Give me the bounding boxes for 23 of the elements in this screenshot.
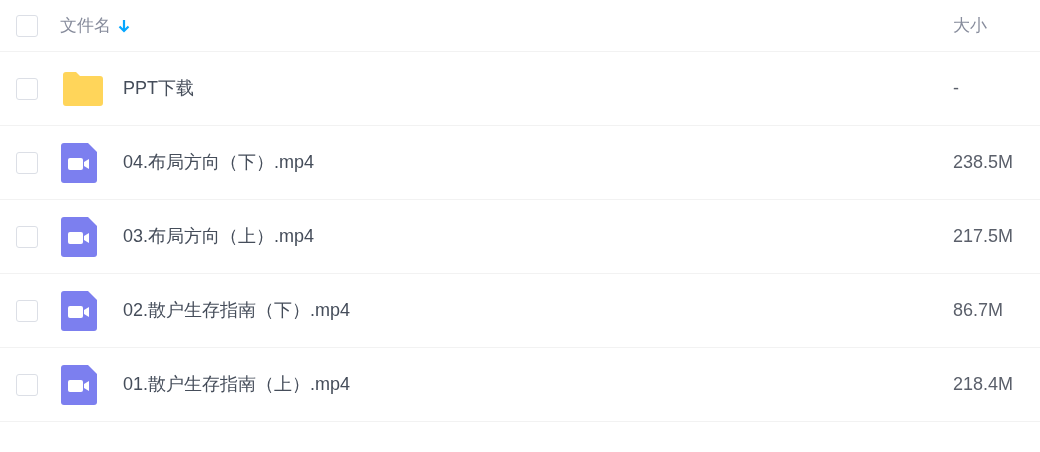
file-size: 86.7M <box>953 299 1005 322</box>
file-name[interactable]: 03.布局方向（上）.mp4 <box>123 223 315 250</box>
file-size: 238.5M <box>953 151 1015 174</box>
checkbox[interactable] <box>16 225 38 248</box>
sort-arrow-icon[interactable] <box>118 18 130 33</box>
checkbox[interactable] <box>16 14 38 37</box>
folder-icon <box>61 70 105 107</box>
file-size: - <box>953 77 960 100</box>
checkbox[interactable] <box>16 151 38 174</box>
file-size: 218.4M <box>953 373 1015 396</box>
checkbox[interactable] <box>16 373 38 396</box>
video-file-icon <box>61 216 97 257</box>
checkbox[interactable] <box>16 299 38 322</box>
column-header[interactable]: 文件名 <box>60 12 111 39</box>
video-file-icon <box>61 142 97 183</box>
video-file-icon <box>61 290 97 331</box>
file-name[interactable]: PPT下载 <box>123 75 194 102</box>
file-name[interactable]: 02.散户生存指南（下）.mp4 <box>123 297 351 324</box>
checkbox[interactable] <box>16 77 38 100</box>
file-name[interactable]: 04.布局方向（下）.mp4 <box>123 149 315 176</box>
file-name[interactable]: 01.散户生存指南（上）.mp4 <box>123 371 351 398</box>
video-file-icon <box>61 364 97 405</box>
file-size: 217.5M <box>953 225 1015 248</box>
